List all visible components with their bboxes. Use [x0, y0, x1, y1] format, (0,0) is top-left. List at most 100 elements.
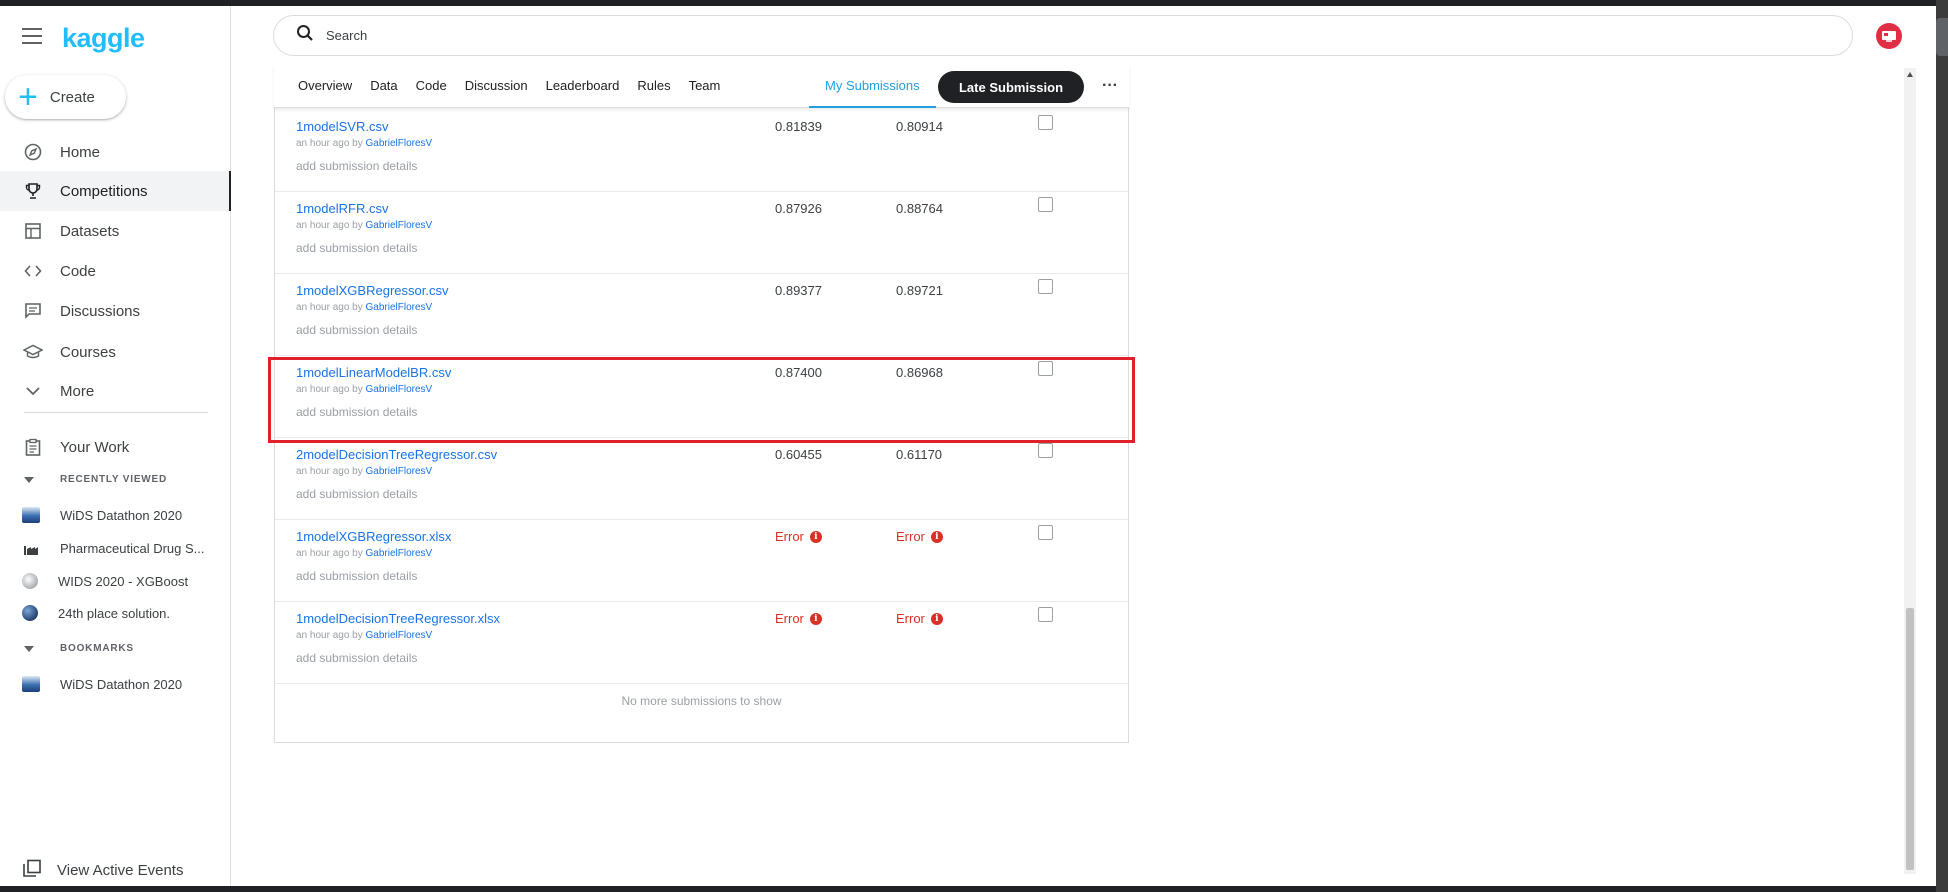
public-score: 0.81839 [775, 119, 822, 134]
sidebar-item-discussions[interactable]: Discussions [0, 291, 231, 331]
more-options-icon[interactable]: ··· [1098, 74, 1122, 98]
submitter-link[interactable]: GabrielFloresV [366, 220, 433, 231]
hamburger-menu-icon[interactable] [22, 28, 42, 44]
use-for-final-score-checkbox[interactable] [1038, 115, 1053, 130]
tab-rules[interactable]: Rules [637, 64, 670, 108]
private-score: 0.88764 [896, 201, 943, 216]
use-for-final-score-checkbox[interactable] [1038, 607, 1053, 622]
submission-file-link[interactable]: 1modelRFR.csv [296, 201, 388, 216]
sidebar-item-courses[interactable]: Courses [0, 332, 231, 372]
add-submission-details-link[interactable]: add submission details [296, 487, 417, 501]
submission-file-link[interactable]: 2modelDecisionTreeRegressor.csv [296, 447, 497, 462]
late-submission-button[interactable]: Late Submission [938, 71, 1084, 103]
caret-down-icon [24, 645, 34, 652]
submitter-link[interactable]: GabrielFloresV [366, 630, 433, 641]
public-score: 0.60455 [775, 447, 822, 462]
bookmarks-toggle[interactable]: BOOKMARKS [24, 643, 134, 654]
window-top-strip [0, 0, 1948, 6]
public-score: Error i [775, 611, 822, 626]
search-bar[interactable] [273, 15, 1853, 56]
table-row: 1modelRFR.csv an hour ago by GabrielFlore… [275, 192, 1128, 274]
private-score: Error i [896, 529, 943, 544]
bookmark-item[interactable]: WiDS Datathon 2020 [0, 669, 231, 699]
submission-file-link[interactable]: 1modelXGBRegressor.xlsx [296, 529, 451, 544]
submitter-link[interactable]: GabrielFloresV [366, 548, 433, 559]
recent-item[interactable]: Pharmaceutical Drug S... [0, 533, 231, 563]
private-score: 0.61170 [896, 447, 943, 462]
private-score: Error i [896, 611, 943, 626]
graduation-cap-icon [21, 340, 45, 364]
browser-side-panel [1936, 0, 1948, 892]
add-submission-details-link[interactable]: add submission details [296, 569, 417, 583]
recent-item-label: 24th place solution. [58, 605, 171, 621]
tab-data[interactable]: Data [370, 64, 397, 108]
info-icon[interactable]: i [809, 530, 822, 543]
recently-viewed-heading: RECENTLY VIEWED [60, 474, 168, 485]
add-submission-details-link[interactable]: add submission details [296, 323, 417, 337]
recent-item[interactable]: WiDS Datathon 2020 [0, 500, 231, 530]
table-row: 2modelDecisionTreeRegressor.csv an hour a… [275, 438, 1128, 520]
trophy-icon [21, 179, 45, 203]
table-row: 1modelXGBRegressor.csv an hour ago by Gab… [275, 274, 1128, 356]
sidebar-item-more[interactable]: More [0, 371, 231, 411]
scrollbar-thumb[interactable] [1906, 608, 1914, 870]
side-panel-handle[interactable] [1936, 18, 1948, 56]
add-submission-details-link[interactable]: add submission details [296, 651, 417, 665]
view-active-events-link[interactable]: View Active Events [0, 858, 231, 882]
create-button[interactable]: + Create [5, 75, 126, 119]
tab-code[interactable]: Code [416, 64, 447, 108]
sidebar-item-label: Competitions [60, 182, 148, 200]
sidebar-item-competitions[interactable]: Competitions [0, 171, 231, 211]
code-icon [21, 259, 45, 283]
submission-meta: an hour ago by GabrielFloresV [296, 138, 433, 149]
submitter-link[interactable]: GabrielFloresV [366, 466, 433, 477]
submission-file-link[interactable]: 1modelSVR.csv [296, 119, 388, 134]
search-input[interactable] [326, 28, 1726, 43]
tab-leaderboard[interactable]: Leaderboard [546, 64, 620, 108]
tab-my-submissions[interactable]: My Submissions [809, 64, 936, 108]
submitter-link[interactable]: GabrielFloresV [366, 138, 433, 149]
caret-down-icon [24, 476, 34, 483]
kaggle-logo[interactable]: kaggle [62, 23, 145, 54]
bookmark-item-label: WiDS Datathon 2020 [60, 676, 183, 692]
sidebar-item-label: Home [60, 143, 101, 161]
events-icon [22, 859, 42, 882]
highlight-box [268, 357, 1135, 443]
sidebar-item-label: Your Work [60, 438, 130, 456]
sidebar-item-code[interactable]: Code [0, 251, 231, 291]
recent-item[interactable]: WIDS 2020 - XGBoost [0, 566, 231, 596]
info-icon[interactable]: i [930, 612, 943, 625]
sidebar-item-label: More [60, 382, 95, 400]
tab-team[interactable]: Team [689, 64, 721, 108]
submission-meta: an hour ago by GabrielFloresV [296, 630, 433, 641]
sidebar-item-home[interactable]: Home [0, 132, 231, 172]
use-for-final-score-checkbox[interactable] [1038, 197, 1053, 212]
recent-item-label: Pharmaceutical Drug S... [60, 540, 205, 556]
recent-item[interactable]: 24th place solution. [0, 598, 231, 628]
recently-viewed-toggle[interactable]: RECENTLY VIEWED [24, 474, 167, 485]
comment-icon [21, 299, 45, 323]
scroll-up-arrow[interactable] [1907, 72, 1913, 77]
add-submission-details-link[interactable]: add submission details [296, 241, 417, 255]
use-for-final-score-checkbox[interactable] [1038, 443, 1053, 458]
use-for-final-score-checkbox[interactable] [1038, 279, 1053, 294]
use-for-final-score-checkbox[interactable] [1038, 525, 1053, 540]
tab-overview[interactable]: Overview [298, 64, 352, 108]
public-score: Error i [775, 529, 822, 544]
avatar[interactable] [1876, 23, 1902, 49]
bookmarks-heading: BOOKMARKS [60, 643, 134, 654]
sidebar-item-label: Datasets [60, 222, 120, 240]
submission-file-link[interactable]: 1modelXGBRegressor.csv [296, 283, 448, 298]
sidebar-item-datasets[interactable]: Datasets [0, 211, 231, 251]
info-icon[interactable]: i [930, 530, 943, 543]
page-scrollbar[interactable] [1904, 68, 1916, 874]
submission-file-link[interactable]: 1modelDecisionTreeRegressor.xlsx [296, 611, 500, 626]
submitter-link[interactable]: GabrielFloresV [366, 302, 433, 313]
tab-discussion[interactable]: Discussion [465, 64, 528, 108]
info-icon[interactable]: i [809, 612, 822, 625]
view-active-events-label: View Active Events [57, 861, 184, 879]
add-submission-details-link[interactable]: add submission details [296, 159, 417, 173]
submission-meta: an hour ago by GabrielFloresV [296, 466, 433, 477]
sidebar-item-your-work[interactable]: Your Work [0, 427, 231, 467]
clipboard-icon [21, 435, 45, 459]
